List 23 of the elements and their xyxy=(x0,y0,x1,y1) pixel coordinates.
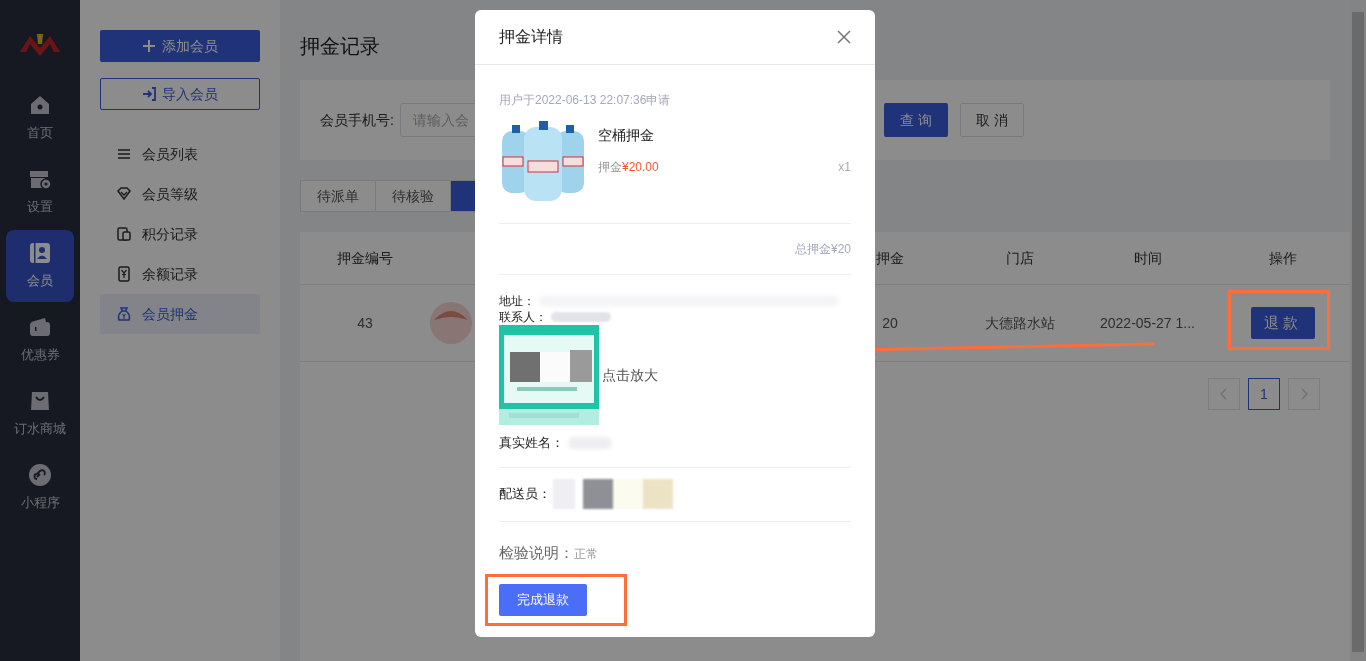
product-price: 押金¥20.00 xyxy=(598,159,659,176)
table-cell-text: 43 xyxy=(356,313,374,333)
table-cell: 大德路水站 xyxy=(985,314,1055,331)
search-label: 会员手机号: xyxy=(320,110,394,130)
column-header: 押金 xyxy=(876,249,904,266)
page-title: 押金记录 xyxy=(300,34,380,59)
inspection-note-label: 检验说明： xyxy=(499,542,574,563)
table-cell: 2022-05-27 1... xyxy=(1100,314,1195,331)
apply-time: 用户于2022-06-13 22:07:36申请 xyxy=(499,92,672,109)
table-cell: 20 xyxy=(882,314,898,331)
inspection-note: 正常 xyxy=(574,545,598,563)
contact-label: 联系人： xyxy=(499,309,547,326)
courier-label: 配送员： xyxy=(499,485,551,504)
address-label: 地址： xyxy=(499,293,535,310)
dialog-title: 押金详情 xyxy=(499,27,563,47)
column-header: 时间 xyxy=(1133,249,1162,266)
total-deposit: 总押金¥20 xyxy=(794,241,851,258)
quantity: x1 xyxy=(838,159,851,176)
product-name: 空桶押金 xyxy=(598,126,655,145)
real-name-label: 真实姓名： xyxy=(499,434,564,452)
column-header: 操作 xyxy=(1268,249,1297,266)
column-header: 押金编号 xyxy=(337,249,393,266)
column-header: 门店 xyxy=(1006,249,1034,266)
